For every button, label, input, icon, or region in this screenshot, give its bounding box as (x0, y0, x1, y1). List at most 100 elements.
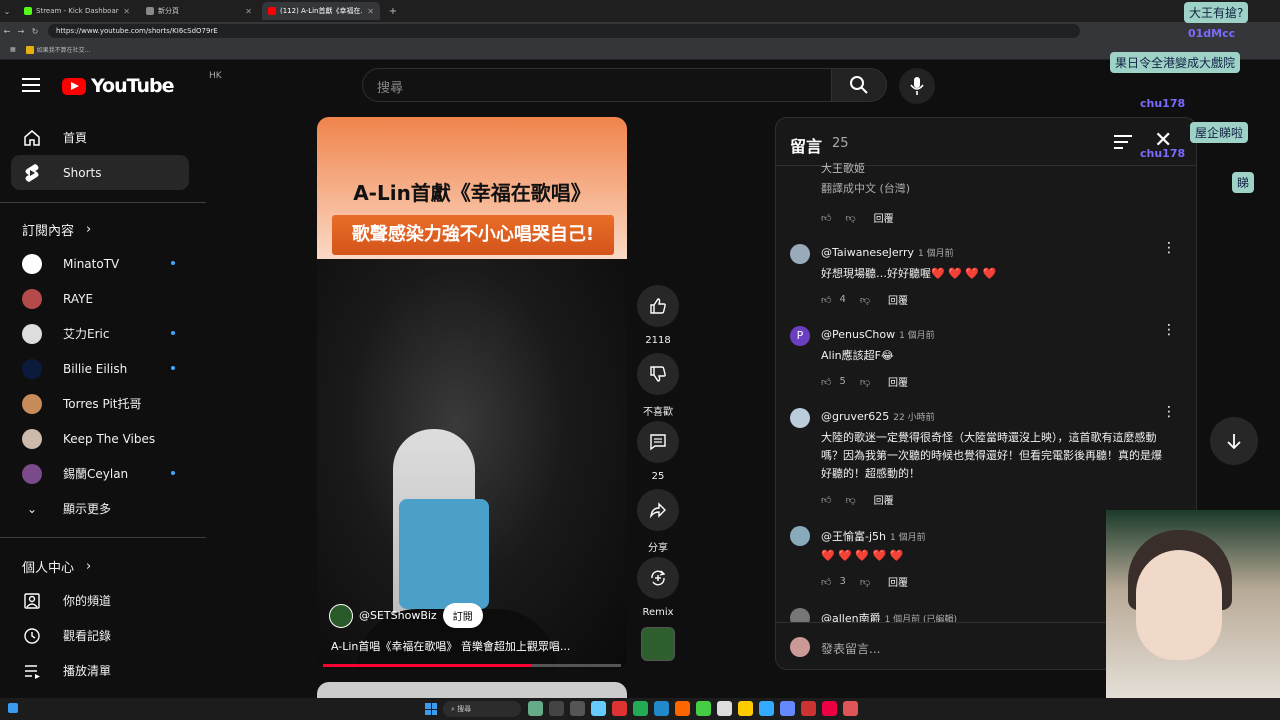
browser-tab[interactable]: Stream - Kick Dashboard ✕ (18, 2, 136, 20)
reply-button[interactable]: 回覆 (888, 292, 908, 307)
new-tab-icon[interactable]: + (386, 6, 400, 17)
dislike-button[interactable] (637, 353, 679, 395)
thumbs-up-icon (650, 298, 666, 314)
close-tab-icon[interactable]: ✕ (245, 7, 252, 16)
shorts-video-player[interactable]: A-Lin首獻《幸福在歌唱》 歌聲感染力強不小心唱哭自己! @SETShowBi… (317, 117, 627, 670)
app-icon[interactable] (780, 701, 795, 716)
sidebar-channel-item[interactable]: RAYE (11, 281, 189, 316)
app-icon[interactable] (654, 701, 669, 716)
sidebar-item-playlists[interactable]: 播放清單 (11, 653, 189, 688)
comment-author[interactable]: @TaiwaneseJerry (821, 246, 914, 259)
app-icon[interactable] (801, 701, 816, 716)
commenter-avatar[interactable]: P (790, 326, 810, 346)
more-options-icon[interactable]: ⋮ (1162, 405, 1176, 419)
forward-icon[interactable]: → (14, 27, 28, 36)
channel-name[interactable]: @SETShowBiz (359, 609, 437, 622)
chat-username: 01dMcc (1188, 27, 1236, 40)
add-comment-input[interactable]: 發表留言... (821, 640, 880, 657)
video-progress-bar[interactable] (323, 664, 621, 667)
app-icon[interactable] (675, 701, 690, 716)
app-icon[interactable] (759, 701, 774, 716)
taskbar-search[interactable]: ⌕ 搜尋 (443, 701, 521, 717)
new-content-dot (171, 331, 175, 335)
show-more-button[interactable]: ⌄ 顯示更多 (11, 491, 189, 526)
widgets-icon[interactable] (8, 703, 18, 713)
thumbs-down-icon[interactable]: 👎︎ (845, 212, 855, 224)
sidebar-channel-item[interactable]: Torres Pit托哥 (11, 386, 189, 421)
shorts-icon (22, 163, 42, 183)
reload-icon[interactable]: ↻ (28, 27, 42, 36)
comment-author[interactable]: @王愉富-j5h (821, 530, 886, 543)
commenter-avatar[interactable] (790, 408, 810, 428)
bookmark-item[interactable]: 如果我不算在社交... (25, 45, 90, 55)
you-heading[interactable]: 個人中心 › (22, 557, 91, 576)
thumbs-up-icon[interactable]: 👍︎ (821, 494, 831, 506)
comment-author[interactable]: @PenusChow (821, 328, 895, 341)
thumbs-down-icon[interactable]: 👎︎ (860, 294, 870, 306)
sidebar-channel-item[interactable]: MinatoTV (11, 246, 189, 281)
app-icon[interactable] (549, 701, 564, 716)
remix-button[interactable] (637, 557, 679, 599)
apps-icon[interactable]: ▦ (10, 46, 16, 53)
search-button[interactable] (831, 68, 887, 102)
sidebar-item-label: 播放清單 (63, 664, 112, 678)
reply-button[interactable]: 回覆 (888, 374, 908, 389)
app-icon[interactable] (717, 701, 732, 716)
browser-tab[interactable]: 新分頁 ✕ (140, 2, 258, 20)
app-icon[interactable] (570, 701, 585, 716)
sidebar-item-shorts[interactable]: Shorts (11, 155, 189, 190)
sidebar-channel-item[interactable]: Billie Eilish (11, 351, 189, 386)
history-icon (22, 626, 42, 646)
more-options-icon[interactable]: ⋮ (1162, 323, 1176, 337)
sidebar-channel-item[interactable]: 錫蘭Ceylan (11, 456, 189, 491)
sidebar-item-home[interactable]: 首頁 (11, 120, 189, 155)
app-icon[interactable] (738, 701, 753, 716)
next-video-button[interactable] (1210, 417, 1258, 465)
thumbs-down-icon[interactable]: 👎︎ (860, 576, 870, 588)
sound-thumbnail[interactable] (641, 627, 675, 661)
start-icon[interactable] (425, 703, 437, 715)
thumbs-up-icon[interactable]: 👍︎ (821, 576, 831, 588)
app-icon[interactable] (822, 701, 837, 716)
more-options-icon[interactable]: ⋮ (1162, 241, 1176, 255)
translate-link[interactable]: 翻譯成中文 (台灣) (821, 180, 910, 196)
back-icon[interactable]: ← (0, 27, 14, 36)
reply-button[interactable]: 回覆 (874, 492, 894, 507)
share-button[interactable] (637, 489, 679, 531)
app-icon[interactable] (843, 701, 858, 716)
channel-avatar[interactable] (329, 603, 353, 628)
youtube-logo[interactable]: YouTube HK (62, 71, 222, 97)
sidebar-item-your-channel[interactable]: 你的頻道 (11, 583, 189, 618)
subscribe-button[interactable]: 訂閱 (442, 603, 483, 628)
comments-button[interactable] (637, 421, 679, 463)
voice-search-button[interactable] (899, 68, 935, 104)
sidebar-item-history[interactable]: 觀看記錄 (11, 618, 189, 653)
thumbs-down-icon[interactable]: 👎︎ (860, 376, 870, 388)
sidebar-channel-item[interactable]: 艾力Eric (11, 316, 189, 351)
app-icon[interactable] (591, 701, 606, 716)
url-field[interactable]: https://www.youtube.com/shorts/KI6cSdO79… (48, 24, 1080, 38)
app-icon[interactable] (528, 701, 543, 716)
sidebar-channel-item[interactable]: Keep The Vibes (11, 421, 189, 456)
comment-author[interactable]: @gruver625 (821, 410, 889, 423)
reply-button[interactable]: 回覆 (888, 574, 908, 589)
commenter-avatar[interactable] (790, 526, 810, 546)
video-title[interactable]: A-Lin首唱《幸福在歌唱》 音樂會超加上觀眾唱... (331, 638, 621, 654)
app-icon[interactable] (696, 701, 711, 716)
app-icon[interactable] (612, 701, 627, 716)
browser-tab-active[interactable]: (112) A-Lin首獻《幸福在... ✕ (262, 2, 380, 20)
tab-list-icon[interactable]: ⌄ (0, 7, 14, 16)
search-input[interactable]: 搜尋 (362, 68, 832, 102)
thumbs-up-icon[interactable]: 👍︎ (821, 376, 831, 388)
thumbs-down-icon[interactable]: 👎︎ (845, 494, 855, 506)
close-tab-icon[interactable]: ✕ (123, 7, 130, 16)
menu-icon[interactable] (22, 78, 40, 92)
like-button[interactable] (637, 285, 679, 327)
thumbs-up-icon[interactable]: 👍︎ (821, 212, 831, 224)
app-icon[interactable] (633, 701, 648, 716)
commenter-avatar[interactable] (790, 244, 810, 264)
subscriptions-heading[interactable]: 訂閱內容 › (22, 220, 91, 239)
thumbs-up-icon[interactable]: 👍︎ (821, 294, 831, 306)
reply-button[interactable]: 回覆 (874, 210, 894, 225)
close-tab-icon[interactable]: ✕ (367, 7, 374, 16)
